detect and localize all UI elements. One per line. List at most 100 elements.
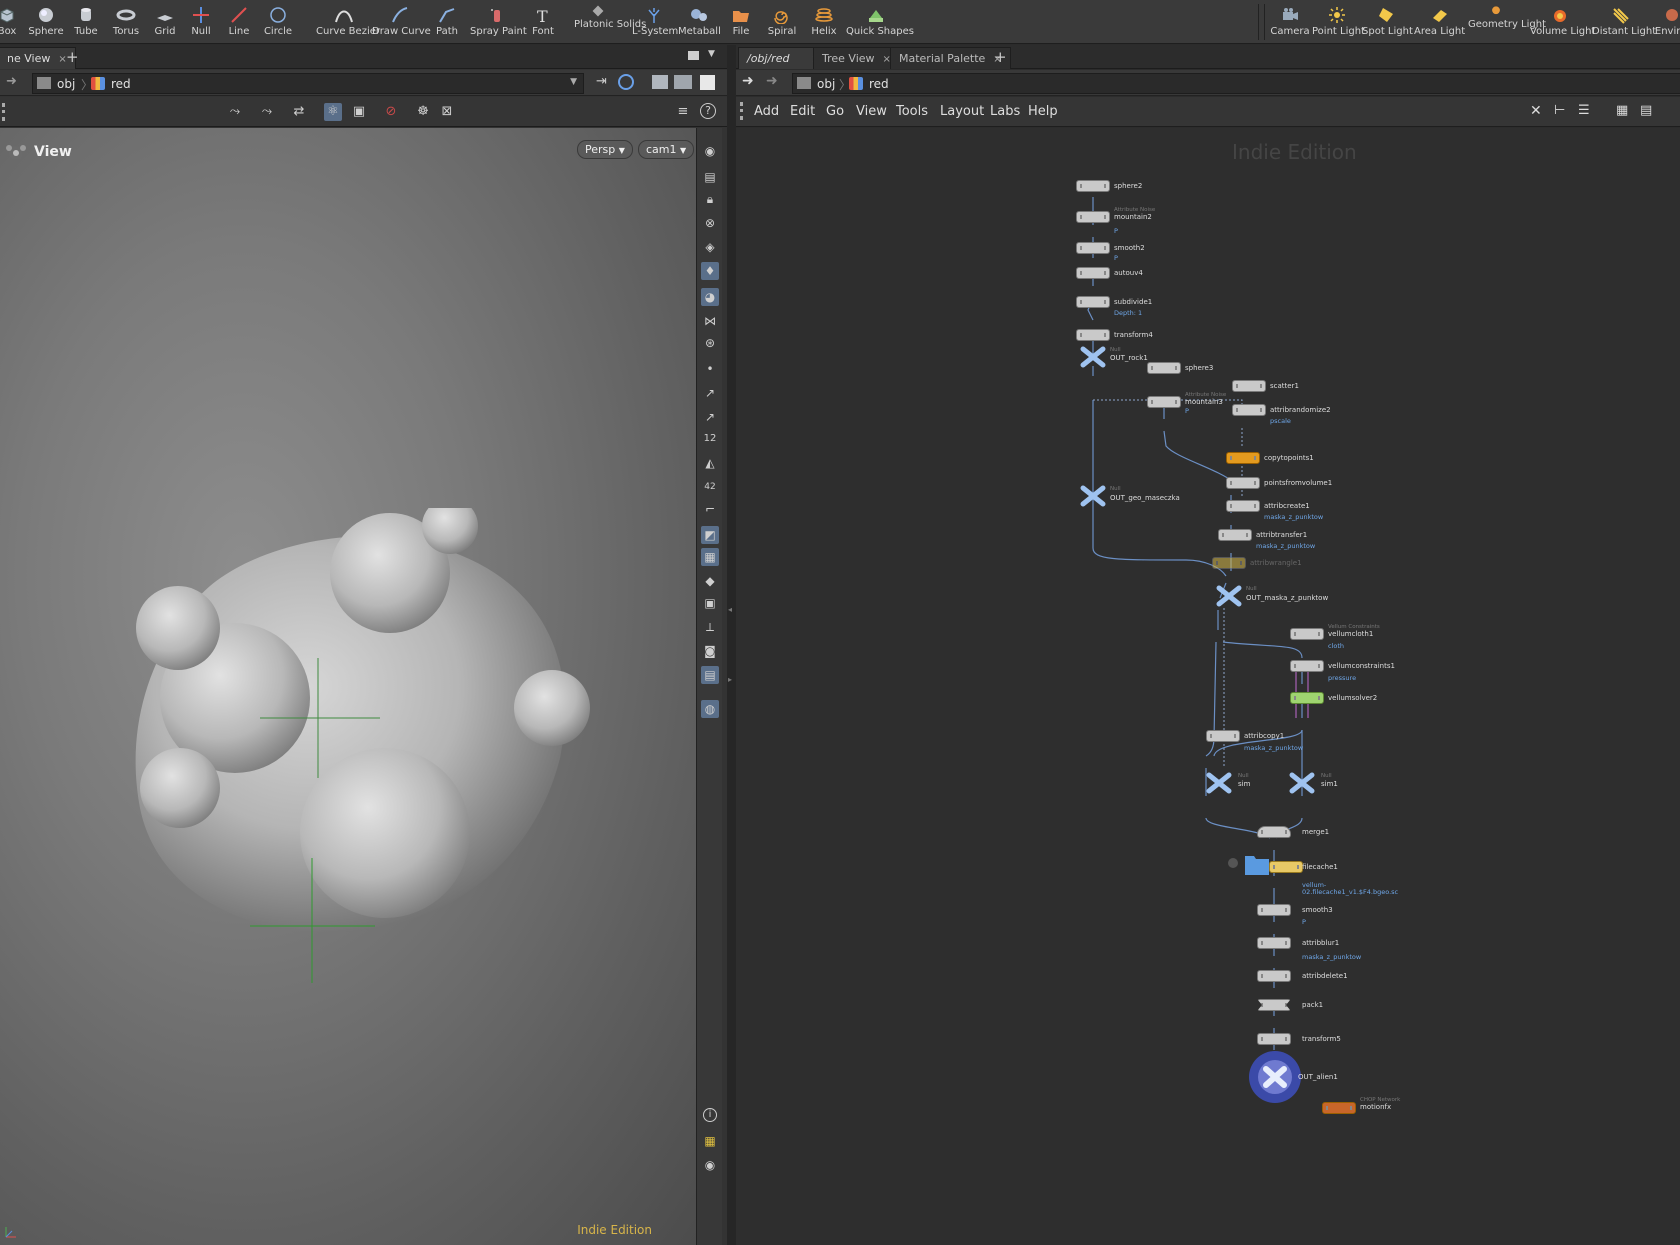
node-attribrandomize2[interactable] — [1232, 404, 1266, 416]
node-mountain2[interactable] — [1076, 211, 1110, 223]
chevron-down-icon[interactable]: ▼ — [570, 77, 577, 87]
normals-icon[interactable]: ↗ — [701, 384, 719, 402]
point-display-icon[interactable]: • — [701, 360, 719, 378]
shelf-tool-helix[interactable]: Helix — [806, 0, 842, 44]
display-options-icon[interactable] — [674, 75, 692, 89]
pane-menu-icon[interactable] — [688, 51, 699, 60]
layout-grid-icon[interactable]: ▦ — [701, 1132, 719, 1150]
profile-icon[interactable]: ⌐ — [701, 500, 719, 518]
shelf-tool-tube[interactable]: Tube — [68, 0, 104, 44]
shelf-tool-font[interactable]: T Font — [528, 0, 558, 44]
shelf-tool-path[interactable]: Path — [430, 0, 464, 44]
add-tab-icon[interactable]: + — [994, 48, 1007, 66]
transform-icon[interactable]: ⟂ — [701, 618, 719, 636]
breadcrumb-obj[interactable]: obj — [817, 77, 835, 91]
uv-icon[interactable]: ◩ — [701, 526, 719, 544]
shelf-tool-quick-shapes[interactable]: Quick Shapes — [846, 0, 914, 44]
shelf-tool-curve-bezier[interactable]: Curve Bezier — [316, 0, 380, 44]
grid-view-icon[interactable]: ▦ — [1616, 103, 1628, 118]
snapping-icon[interactable]: ⚛ — [324, 103, 342, 121]
link-icon[interactable] — [618, 74, 634, 90]
maximize-icon[interactable] — [700, 75, 715, 90]
node-transform4[interactable] — [1076, 329, 1110, 341]
safe-area-icon[interactable]: ◍ — [701, 700, 719, 718]
menu-edit[interactable]: Edit — [790, 104, 815, 119]
background-image-icon[interactable]: ▤ — [701, 666, 719, 684]
select-mode-icon[interactable]: ⤳ — [258, 103, 276, 121]
shelf-tool-box[interactable]: Box — [0, 0, 22, 44]
menu-layout[interactable]: Layout — [940, 104, 984, 119]
shelf-tool-platonic-solids[interactable]: Platonic Solids — [574, 0, 646, 44]
node-sim1[interactable] — [1289, 772, 1315, 794]
node-merge1[interactable] — [1257, 826, 1291, 838]
light-icon[interactable]: ♦ — [701, 262, 719, 280]
shelf-tool-spiral[interactable]: Spiral — [764, 0, 800, 44]
node-out-maska-z-punktow[interactable] — [1216, 585, 1242, 607]
node-attribcopy1[interactable] — [1206, 730, 1240, 742]
breadcrumb-obj[interactable]: obj — [57, 77, 75, 91]
eye-icon[interactable]: ◉ — [701, 1156, 719, 1174]
node-attribdelete1[interactable] — [1257, 970, 1291, 982]
group-icon[interactable]: ▣ — [701, 594, 719, 612]
tree-icon[interactable]: ⊢ — [1554, 103, 1565, 118]
shelf-tool-torus[interactable]: Torus — [106, 0, 146, 44]
projection-menu[interactable]: Persp ▼ — [577, 140, 633, 159]
secure-selection-icon[interactable]: ⇄ — [290, 103, 308, 121]
display-geometry-icon[interactable]: ▣ — [350, 103, 368, 121]
node-out-rock1[interactable] — [1080, 346, 1106, 368]
back-arrow-icon[interactable]: ➜ — [6, 74, 17, 89]
tool-wrench-icon[interactable]: ✕ — [1530, 103, 1542, 119]
node-out-alien1[interactable] — [1248, 1050, 1302, 1104]
camera-view-icon[interactable]: ◉ — [701, 142, 719, 160]
tab-material-palette[interactable]: Material Palette × — [890, 47, 1011, 69]
node-sphere3[interactable] — [1147, 362, 1181, 374]
tab-scene-view[interactable]: ne View × — [0, 47, 76, 69]
template-icon[interactable]: ▦ — [701, 548, 719, 566]
backdrop-icon[interactable]: ◙ — [701, 642, 719, 660]
shelf-tool-point-light[interactable]: Point Light — [1312, 0, 1365, 44]
shelf-tool-spot-light[interactable]: Spot Light — [1362, 0, 1413, 44]
menu-view[interactable]: View — [856, 104, 887, 119]
shelf-tool-circle[interactable]: Circle — [258, 0, 298, 44]
node-filecache1[interactable] — [1269, 861, 1303, 873]
path-field[interactable]: obj 〉 red ▼ — [32, 73, 584, 94]
snapshot-icon[interactable] — [652, 75, 668, 89]
node-subdivide1[interactable] — [1076, 296, 1110, 308]
shelf-tool-environment-light[interactable]: Envir L — [1652, 0, 1680, 44]
menu-tools[interactable]: Tools — [896, 104, 928, 119]
display-settings-icon[interactable]: ≡ — [674, 103, 692, 121]
node-transform5[interactable] — [1257, 1033, 1291, 1045]
shelf-tool-camera[interactable]: Camera — [1270, 0, 1310, 44]
network-canvas[interactable]: Indie Edition sphere2 Attribute Noise mo… — [736, 128, 1680, 1245]
node-smooth2[interactable] — [1076, 242, 1110, 254]
shelf-tool-geometry-light[interactable]: Geometry Light — [1468, 0, 1546, 44]
menu-help[interactable]: Help — [1028, 104, 1058, 119]
handle-grip-icon[interactable] — [2, 103, 5, 121]
chevron-down-icon[interactable]: ▼ — [708, 49, 715, 59]
select-tool-icon[interactable]: ⤳ — [226, 103, 244, 121]
node-pointsfromvolume1[interactable] — [1226, 477, 1260, 489]
node-sphere2[interactable] — [1076, 180, 1110, 192]
camera-menu[interactable]: cam1 ▼ — [638, 140, 695, 159]
point-numbers-icon[interactable]: 12 — [701, 430, 719, 448]
node-attribcreate1[interactable] — [1226, 500, 1260, 512]
node-out-geo-maseczka[interactable] — [1080, 485, 1106, 507]
node-sim[interactable] — [1206, 772, 1232, 794]
render-icon[interactable]: ⊛ — [701, 334, 719, 352]
prim-numbers-icon[interactable]: 42 — [701, 478, 719, 496]
menu-go[interactable]: Go — [826, 104, 844, 119]
node-motionfx[interactable] — [1322, 1102, 1356, 1114]
node-copytopoints1[interactable] — [1226, 452, 1260, 464]
ghost-other-icon[interactable]: ⊠ — [438, 103, 456, 121]
path-field[interactable]: obj 〉 red — [792, 73, 1680, 94]
shading-icon[interactable]: ◕ — [701, 288, 719, 306]
node-vellumconstraints1[interactable] — [1290, 660, 1324, 672]
node-attribwrangle1[interactable] — [1212, 557, 1246, 569]
pane-divider[interactable]: ◂ ▸ — [727, 45, 736, 1245]
shelf-tool-draw-curve[interactable]: Draw Curve — [372, 0, 431, 44]
lock-icon[interactable]: 🔒︎ — [701, 190, 719, 208]
node-mountain3[interactable] — [1147, 396, 1181, 408]
shelf-tool-l-system[interactable]: L-System — [632, 0, 678, 44]
forward-arrow-icon[interactable]: ➜ — [766, 73, 778, 89]
list-icon[interactable]: ☰ — [1578, 103, 1590, 118]
